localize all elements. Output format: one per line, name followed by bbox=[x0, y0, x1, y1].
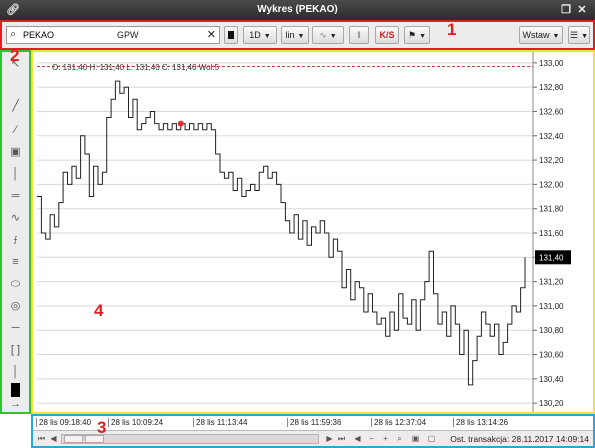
y-tick-label: 131,00 bbox=[539, 302, 564, 311]
search-icon: ⌕ bbox=[10, 28, 17, 40]
annotation-marker-3: 3 bbox=[97, 418, 107, 437]
y-tick-label: 132,40 bbox=[539, 132, 564, 141]
y-tick-label: 130,80 bbox=[539, 326, 564, 335]
exchange-label: GPW bbox=[117, 30, 139, 40]
y-tick-label: 132,80 bbox=[539, 83, 564, 92]
clear-search-icon[interactable]: ✕ bbox=[207, 28, 216, 41]
restore-icon[interactable]: ❐ bbox=[559, 3, 573, 17]
ellipse-tool-icon[interactable]: ⬭ bbox=[6, 276, 25, 292]
menu-icon[interactable]: ☰ ▼ bbox=[568, 26, 590, 44]
y-tick-label: 131,80 bbox=[539, 205, 564, 214]
hline-tool-icon[interactable]: ▣ bbox=[6, 144, 25, 160]
annotation-marker-2: 2 bbox=[10, 46, 20, 65]
fib-tool-icon[interactable]: ⨍ bbox=[6, 232, 25, 248]
ray-tool-icon[interactable]: ∕ bbox=[6, 122, 25, 138]
time-label: 28 lis 12:37:04 bbox=[371, 418, 426, 427]
wave-tool-icon[interactable]: ∿ bbox=[6, 210, 25, 226]
y-tick-label: 130,40 bbox=[539, 375, 564, 384]
arrow-tool-icon[interactable]: → bbox=[6, 396, 25, 412]
time-label: 28 lis 11:59:36 bbox=[287, 418, 341, 427]
zoom-in-icon[interactable]: + bbox=[379, 432, 392, 445]
channel-tool-icon[interactable]: ═ bbox=[6, 188, 25, 204]
ohlc-readout: O: 131,40 H: 131,40 L: 131,40 C: 131,40 … bbox=[52, 63, 220, 72]
text-tool-icon[interactable]: │ bbox=[6, 364, 25, 380]
y-tick-label: 132,60 bbox=[539, 107, 564, 116]
last-transaction: Ost. transakcja: 28.11.2017 14:09:14 bbox=[450, 434, 589, 444]
price-chart[interactable]: 133,00 132,80 132,60 132,40 132,20 132,00 131,… bbox=[33, 52, 593, 412]
close-icon[interactable]: ✕ bbox=[575, 3, 589, 17]
last-price-label: 131,40 bbox=[539, 253, 564, 262]
step-back-icon[interactable]: ◀ bbox=[351, 432, 364, 445]
scroll-last-icon[interactable]: ⏭ bbox=[335, 432, 348, 445]
chart-panel[interactable]: 133,00 132,80 132,60 132,40 132,20 132,00 131,… bbox=[31, 50, 595, 414]
insert-button[interactable]: Wstaw ▼ bbox=[519, 26, 563, 44]
bracket-tool-icon[interactable]: [ ] bbox=[6, 342, 25, 358]
time-axis: 28 lis 09:18:40 28 lis 10:09:24 28 lis 11:… bbox=[33, 416, 593, 431]
compare-icon[interactable]: ‖ bbox=[349, 26, 369, 44]
time-label: 28 lis 10:09:24 bbox=[108, 418, 163, 427]
y-tick-label: 132,20 bbox=[539, 156, 564, 165]
expand-icon[interactable]: ▢ bbox=[425, 432, 438, 445]
vline-tool-icon[interactable]: │ bbox=[6, 166, 25, 182]
time-label: 28 lis 09:18:40 bbox=[36, 418, 91, 427]
annotation-marker-4: 4 bbox=[94, 301, 104, 320]
scale-select[interactable]: lin ▼ bbox=[281, 26, 309, 44]
y-tick-label: 130,20 bbox=[539, 399, 564, 408]
hline2-tool-icon[interactable]: ─ bbox=[6, 320, 25, 336]
drawing-tools-panel: ↖ ╱ ∕ ▣ │ ═ ∿ ⨍ ≡ ⬭ ◎ ─ [ ] │ → bbox=[0, 50, 31, 414]
y-tick-label: 132,00 bbox=[539, 180, 564, 189]
trade-marker-dot bbox=[177, 120, 184, 127]
symbol-search: ⌕ GPW ✕ bbox=[6, 26, 220, 44]
time-navigation-bar: 28 lis 09:18:40 28 lis 10:09:24 28 lis 11:… bbox=[31, 414, 595, 448]
y-tick-label: 130,60 bbox=[539, 351, 564, 360]
pair-tool-icon[interactable]: ◎ bbox=[6, 298, 25, 314]
line-tool-icon[interactable]: ╱ bbox=[6, 98, 25, 114]
interval-select[interactable]: 1D ▼ bbox=[243, 26, 277, 44]
time-label: 28 lis 11:13:44 bbox=[193, 418, 247, 427]
chart-type-select[interactable]: ∿ ▼ bbox=[312, 26, 344, 44]
window-titlebar: 🔗︎ Wykres (PEKAO) ❐ ✕ bbox=[0, 0, 595, 20]
y-tick-label: 133,00 bbox=[539, 59, 564, 68]
chart-toolbar: ⌕ GPW ✕ 1D▼ lin▼ ∿▼ ‖ K/S ⚑▼ 1 Wstaw▼ ☰▼ bbox=[0, 20, 595, 50]
zoom-icon[interactable]: ⌕ bbox=[393, 432, 406, 445]
y-tick-label: 131,20 bbox=[539, 278, 564, 287]
indicator-button[interactable]: K/S bbox=[375, 26, 399, 44]
flag-select[interactable]: ⚑ ▼ bbox=[404, 26, 430, 44]
fit-icon[interactable]: ▣ bbox=[409, 432, 422, 445]
grid-tool-icon[interactable]: ≡ bbox=[6, 254, 25, 270]
color-square-button[interactable] bbox=[224, 26, 238, 44]
window-title: Wykres (PEKAO) bbox=[257, 4, 338, 15]
symbol-input[interactable] bbox=[23, 28, 103, 42]
scroll-left-icon[interactable]: ◀ bbox=[47, 432, 60, 445]
zoom-out-icon[interactable]: − bbox=[365, 432, 378, 445]
time-label: 28 lis 13:14:26 bbox=[453, 418, 508, 427]
y-tick-label: 131,60 bbox=[539, 229, 564, 238]
annotation-marker-1: 1 bbox=[447, 20, 457, 39]
